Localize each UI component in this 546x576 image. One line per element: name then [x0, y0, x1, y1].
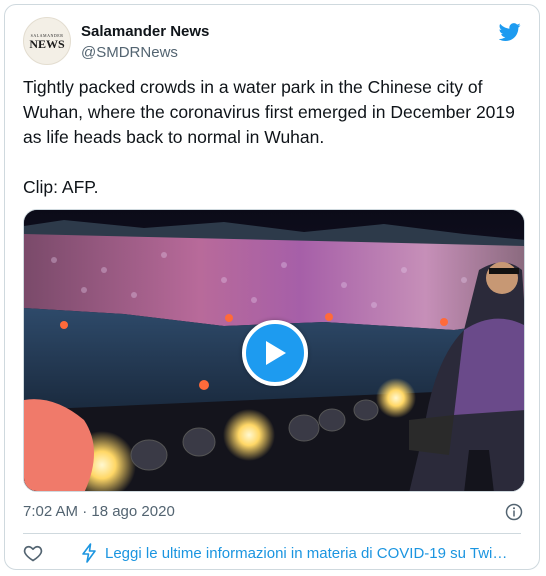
avatar-logo-big: NEWS	[29, 36, 65, 51]
tweet-text: Tightly packed crowds in a water park in…	[23, 75, 523, 200]
tweet-text-paragraph: Clip: AFP.	[23, 177, 99, 197]
bolt-icon	[82, 543, 96, 563]
tweet-timestamp[interactable]: 7:02 AM · 18 ago 2020	[23, 503, 175, 520]
play-icon	[266, 341, 286, 365]
tweet-card[interactable]: SALAMANDER NEWS Salamander News @SMDRNew…	[4, 4, 540, 570]
tweet-header: SALAMANDER NEWS Salamander News @SMDRNew…	[23, 17, 521, 65]
avatar[interactable]: SALAMANDER NEWS	[23, 17, 71, 65]
info-icon[interactable]	[505, 503, 523, 521]
tweet-text-paragraph: Tightly packed crowds in a water park in…	[23, 77, 515, 147]
covid-info-link[interactable]: Leggi le ultime informazioni in materia …	[105, 545, 525, 562]
heart-icon[interactable]	[23, 543, 43, 563]
author-name[interactable]: Salamander News	[81, 23, 209, 40]
tweet-footer: Leggi le ultime informazioni in materia …	[23, 541, 521, 565]
video-thumbnail[interactable]	[23, 209, 525, 492]
author-handle[interactable]: @SMDRNews	[81, 44, 178, 61]
divider	[23, 533, 521, 534]
play-button[interactable]	[242, 320, 308, 386]
twitter-bird-icon[interactable]	[499, 21, 521, 43]
